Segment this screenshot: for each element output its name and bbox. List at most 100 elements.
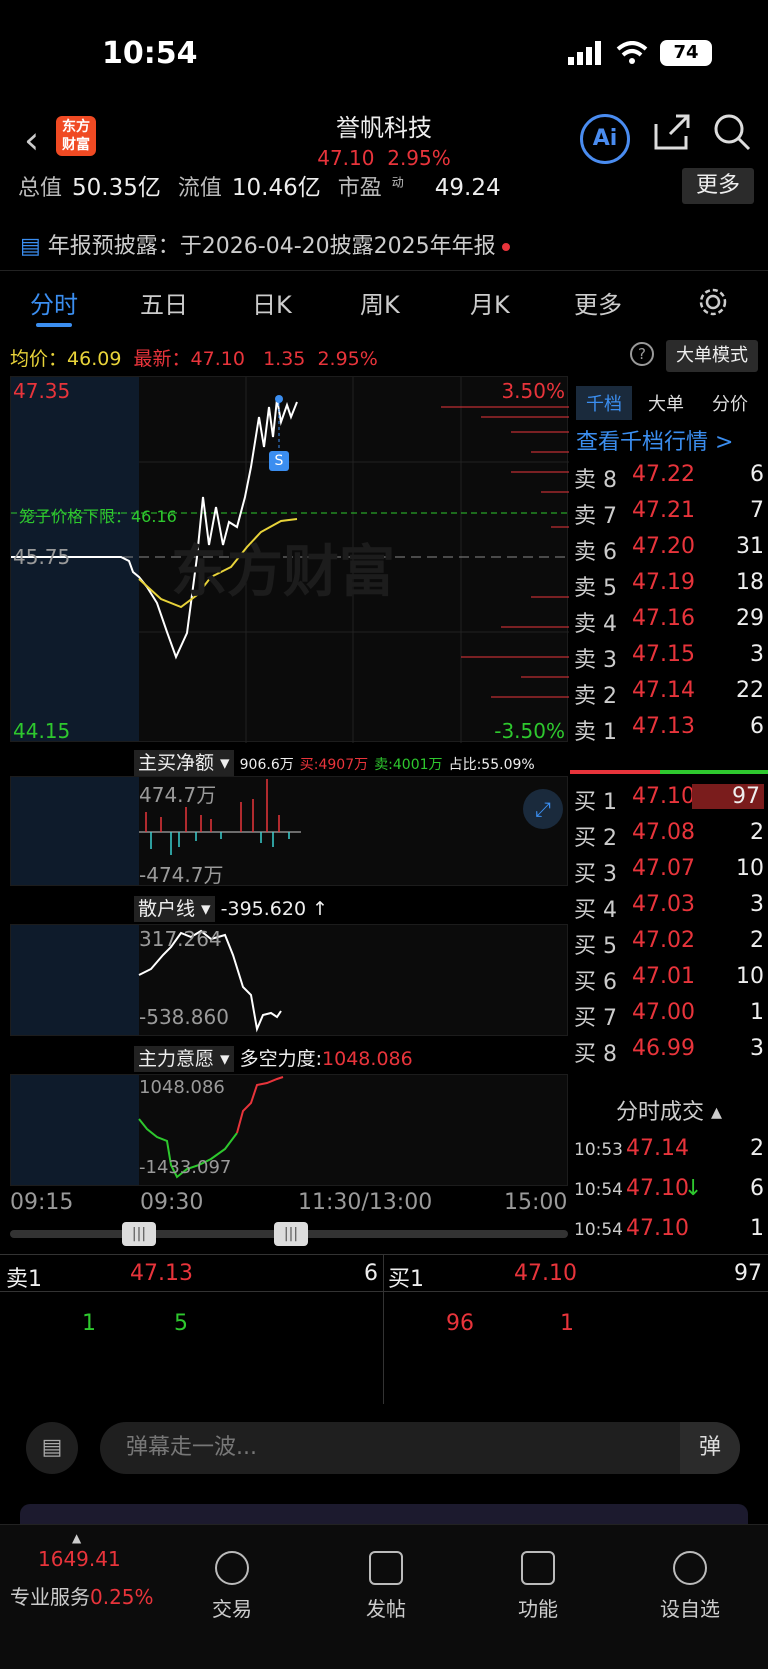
document-icon: ▤ — [20, 234, 41, 259]
tab-monthly-k[interactable]: 月K — [470, 285, 510, 320]
net-buy-panel[interactable]: 474.7万 -474.7万 ⤢ — [10, 776, 568, 887]
retail-line-panel[interactable]: 317.264 -538.860 — [10, 924, 568, 1036]
indicator1-select[interactable]: 主买净额 ▾ — [134, 750, 234, 776]
tab-daily-k[interactable]: 日K — [252, 285, 292, 320]
more-metrics-button[interactable]: 更多 — [682, 168, 754, 204]
trade-direction-icon: ↓ — [684, 1176, 703, 1201]
level-price: 47.19 — [632, 570, 695, 595]
indicator2-select[interactable]: 散户线 ▾ — [134, 896, 215, 922]
level-volume: 10 — [736, 856, 764, 881]
summary-bid-price: 47.10 — [514, 1261, 577, 1286]
level-label: 卖 4 — [574, 612, 617, 637]
ask-row[interactable]: 卖 3 47.15 3 — [570, 642, 768, 680]
search-icon[interactable] — [712, 112, 752, 152]
slider-handle-right[interactable]: ||| — [274, 1222, 308, 1246]
ask-row[interactable]: 卖 8 47.22 6 — [570, 462, 768, 500]
ask-row[interactable]: 卖 7 47.21 7 — [570, 498, 768, 536]
level-label: 买 4 — [574, 898, 617, 923]
level-label: 买 6 — [574, 970, 617, 995]
bid-row[interactable]: 买 3 47.07 10 — [570, 856, 768, 894]
trade-volume: 1 — [750, 1216, 764, 1241]
net-buy-top: 474.7万 — [139, 783, 217, 807]
index-value[interactable]: 1649.41 — [38, 1547, 121, 1571]
bid-row[interactable]: 买 8 46.99 3 — [570, 1036, 768, 1074]
settings-gear-icon[interactable] — [698, 287, 728, 317]
index-panel[interactable]: 专业服务0.25% — [10, 1581, 154, 1610]
bid-row[interactable]: 买 2 47.08 2 — [570, 820, 768, 858]
tab-big-orders[interactable]: 大单 — [648, 390, 684, 416]
nav-functions[interactable]: 功能 — [488, 1551, 588, 1622]
trades-title[interactable]: 分时成交 ▴ — [570, 1094, 768, 1126]
bottom-navigation: ▲ 1649.41 专业服务0.25% 交易 发帖 功能 设自选 — [0, 1524, 768, 1669]
edit-icon — [369, 1551, 403, 1585]
pct-axis-top: 3.50% — [501, 379, 565, 403]
level-volume: 18 — [736, 570, 764, 595]
grid-icon — [521, 1551, 555, 1585]
tab-more[interactable]: 更多 — [574, 285, 622, 320]
slider-handle-left[interactable]: ||| — [122, 1222, 156, 1246]
promo-banner-edge — [20, 1504, 748, 1524]
help-icon[interactable]: ? — [630, 342, 654, 366]
time-label-0930: 09:30 — [140, 1190, 204, 1215]
level-label: 卖 8 — [574, 468, 617, 493]
bid-row[interactable]: 买 4 47.03 3 — [570, 892, 768, 930]
nav-watchlist[interactable]: 设自选 — [640, 1551, 740, 1622]
y-axis-top: 47.35 — [13, 379, 71, 403]
ask-row[interactable]: 卖 6 47.20 31 — [570, 534, 768, 572]
level-label: 卖 5 — [574, 576, 617, 601]
level1-summary: 卖1 47.13 6 1 5 买1 47.10 97 96 1 — [0, 1254, 768, 1404]
tab-five-day[interactable]: 五日 — [140, 285, 188, 320]
bid-row[interactable]: 买 6 47.01 10 — [570, 964, 768, 1002]
tab-price-distribution[interactable]: 分价 — [712, 390, 748, 416]
annual-report-notice[interactable]: ▤ 年报预披露：于2026-04-20披露2025年年报 — [20, 228, 510, 260]
intraday-chart-area[interactable]: 东方财富 47.35 45.75 44.15 3.50% -3.50% 笼子价格… — [10, 376, 569, 1246]
level-volume: 31 — [736, 534, 764, 559]
indicator3-header: 主力意愿 ▾ 多空力度:1048.086 — [134, 1044, 413, 1072]
danmaku-send-icon[interactable]: 弹 — [680, 1422, 740, 1474]
level-label: 买 5 — [574, 934, 617, 959]
level-volume: 2 — [750, 928, 764, 953]
main-force-bottom: -1433.097 — [139, 1157, 232, 1178]
level-volume: 29 — [736, 606, 764, 631]
level-volume: 3 — [750, 642, 764, 667]
bid-row[interactable]: 买 5 47.02 2 — [570, 928, 768, 966]
index-up-arrow-icon: ▲ — [72, 1531, 82, 1545]
share-icon[interactable] — [652, 112, 692, 152]
ask-row[interactable]: 卖 2 47.14 22 — [570, 678, 768, 716]
trade-price: 47.10 — [626, 1216, 689, 1241]
level-price: 47.03 — [632, 892, 695, 917]
sell-marker[interactable]: S — [269, 451, 289, 471]
danmaku-input[interactable]: 弹幕走一波... — [100, 1422, 740, 1474]
expand-icon[interactable]: ⤢ — [523, 789, 563, 829]
unread-dot — [501, 243, 510, 251]
view-full-depth-link[interactable]: 查看千档行情 > — [576, 424, 733, 456]
big-order-mode-button[interactable]: 大单模式 — [666, 340, 758, 372]
main-force-panel[interactable]: 1048.086 -1433.097 — [10, 1074, 568, 1186]
level-price: 46.99 — [632, 1036, 695, 1061]
tab-intraday[interactable]: 分时 — [30, 285, 78, 320]
bid-row[interactable]: 买 7 47.00 1 — [570, 1000, 768, 1038]
price-panel[interactable]: 东方财富 47.35 45.75 44.15 3.50% -3.50% 笼子价格… — [10, 376, 569, 743]
tab-weekly-k[interactable]: 周K — [360, 285, 400, 320]
danmaku-settings-icon[interactable]: ▤ — [26, 1422, 78, 1474]
summary-divider — [383, 1254, 384, 1404]
level-volume: 6 — [750, 714, 764, 739]
level-label: 买 1 — [574, 790, 617, 815]
ask-row[interactable]: 卖 5 47.19 18 — [570, 570, 768, 608]
nav-post[interactable]: 发帖 — [336, 1551, 436, 1622]
tab-depth[interactable]: 千档 — [576, 386, 632, 420]
level-volume: 2 — [750, 820, 764, 845]
indicator3-select[interactable]: 主力意愿 ▾ — [134, 1046, 234, 1072]
level-label: 卖 3 — [574, 648, 617, 673]
bid-row[interactable]: 买 1 47.10 97 — [570, 784, 768, 822]
level-volume: 10 — [736, 964, 764, 989]
level-volume: 1 — [750, 1000, 764, 1025]
ask-row[interactable]: 卖 1 47.13 6 — [570, 714, 768, 752]
level-price: 47.22 — [632, 462, 695, 487]
level-price: 47.00 — [632, 1000, 695, 1025]
y-axis-bottom: 44.15 — [13, 719, 71, 743]
status-time: 10:54 — [102, 36, 198, 71]
ai-assistant-icon[interactable]: Ai — [580, 114, 630, 164]
ask-row[interactable]: 卖 4 47.16 29 — [570, 606, 768, 644]
nav-trade[interactable]: 交易 — [182, 1551, 282, 1622]
